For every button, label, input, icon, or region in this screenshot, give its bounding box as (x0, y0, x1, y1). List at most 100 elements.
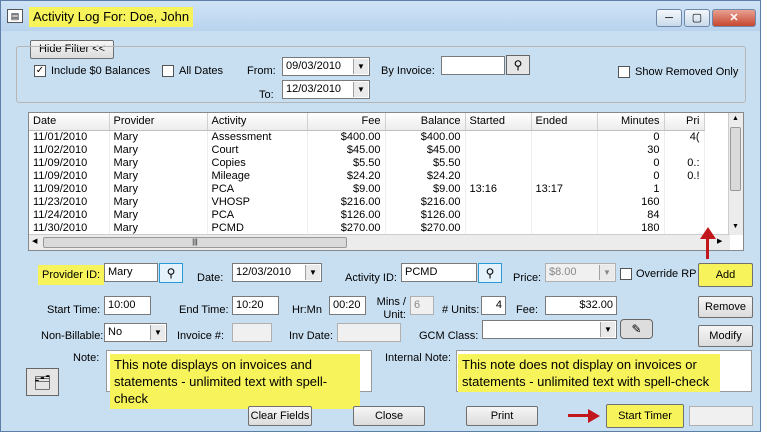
column-header-fee[interactable]: Fee (307, 113, 386, 131)
table-cell: PCMD (207, 221, 308, 235)
all-dates-checkbox[interactable] (162, 65, 174, 77)
provider-id-field[interactable]: Mary (104, 263, 158, 282)
include-zero-checkbox[interactable]: ✓ (34, 65, 46, 77)
scroll-up-icon[interactable]: ▲ (732, 115, 739, 122)
scroll-left-icon[interactable]: ◀ (32, 237, 37, 245)
binoculars-icon[interactable]: ⚲ (506, 55, 530, 75)
chevron-down-icon[interactable]: ▼ (150, 325, 165, 340)
column-header-started[interactable]: Started (465, 113, 532, 131)
print-button[interactable]: Print (466, 406, 538, 426)
override-rp-checkbox[interactable] (620, 268, 632, 280)
app-icon[interactable]: ▤ (7, 9, 23, 23)
table-row[interactable]: 11/30/2010 Mary PCMD $270.00 $270.00 180 (29, 221, 705, 235)
table-cell: 13:16 (465, 182, 532, 196)
table-body: 11/01/2010 Mary Assessment $400.00 $400.00 0 4… (29, 130, 705, 235)
table-cell: Copies (207, 156, 308, 170)
horizontal-scroll-thumb[interactable]: ||| (43, 237, 347, 248)
chevron-down-icon[interactable]: ▼ (600, 322, 615, 337)
column-header-price[interactable]: Pri (664, 113, 705, 131)
vertical-scrollbar[interactable]: ▲ ▼ (728, 113, 743, 235)
table-row[interactable]: 11/23/2010 Mary VHOSP $216.00 $216.00 160 (29, 195, 705, 209)
table-cell (664, 221, 705, 235)
table-cell: 160 (597, 195, 665, 209)
binoculars-icon[interactable]: ⚲ (159, 263, 183, 283)
table-cell: $24.20 (385, 169, 466, 183)
binoculars-icon[interactable]: ⚲ (478, 263, 502, 283)
fee-field[interactable]: $32.00 (545, 296, 617, 315)
activity-id-label: Activity ID: (345, 272, 397, 284)
table-row[interactable]: 11/02/2010 Mary Court $45.00 $45.00 30 (29, 143, 705, 157)
from-date-value: 09/03/2010 (286, 60, 342, 72)
mins-unit-label-top: Mins / (376, 296, 406, 308)
close-button[interactable]: Close (353, 406, 425, 426)
modify-button[interactable]: Modify (698, 325, 753, 347)
vertical-scroll-thumb[interactable] (730, 127, 741, 191)
column-header-balance[interactable]: Balance (385, 113, 466, 131)
table-cell: $5.50 (307, 156, 386, 170)
non-billable-select[interactable]: No ▼ (104, 323, 167, 342)
minimize-icon[interactable]: ─ (656, 9, 682, 27)
chevron-down-icon[interactable]: ▼ (353, 59, 368, 74)
non-billable-label: Non-Billable: (41, 330, 104, 342)
table-cell (531, 130, 598, 144)
scroll-down-icon[interactable]: ▼ (732, 223, 739, 230)
by-invoice-field[interactable] (441, 56, 505, 75)
clear-fields-button[interactable]: Clear Fields (248, 406, 312, 426)
table-row[interactable]: 11/09/2010 Mary Copies $5.50 $5.50 0 0.: (29, 156, 705, 170)
chevron-down-icon: ▼ (599, 265, 614, 280)
column-header-ended[interactable]: Ended (531, 113, 598, 131)
class-lookup-icon[interactable]: ✎ (620, 319, 653, 339)
chevron-down-icon[interactable]: ▼ (353, 82, 368, 97)
column-header-activity[interactable]: Activity (207, 113, 308, 131)
note-textarea[interactable]: This note displays on invoices and state… (106, 350, 372, 409)
maximize-icon[interactable]: ▢ (684, 9, 710, 27)
table-cell: Mary (109, 208, 208, 222)
internal-note-textarea[interactable]: This note does not display on invoices o… (456, 350, 752, 392)
mins-unit-label-bottom: Unit: (383, 309, 406, 321)
scroll-right-icon[interactable]: ▶ (717, 237, 722, 245)
activity-id-field[interactable]: PCMD (401, 263, 477, 282)
horizontal-scrollbar[interactable]: ◀ ||| ▶ (29, 234, 730, 250)
column-header-date[interactable]: Date (29, 113, 110, 131)
chevron-down-icon[interactable]: ▼ (305, 265, 320, 280)
table-cell: 0 (597, 130, 665, 144)
table-row[interactable]: 11/09/2010 Mary Mileage $24.20 $24.20 0 0.! (29, 169, 705, 183)
date-value: 12/03/2010 (236, 266, 292, 278)
table-cell: 30 (597, 143, 665, 157)
date-label: Date: (197, 272, 224, 284)
from-date-field[interactable]: 09/03/2010 ▼ (282, 57, 370, 76)
end-time-field[interactable]: 10:20 (232, 296, 279, 315)
table-cell: Mary (109, 195, 208, 209)
activity-grid[interactable]: Date Provider Activity Fee Balance Start… (28, 112, 744, 251)
table-cell: 11/01/2010 (29, 130, 110, 144)
close-icon[interactable]: ✕ (712, 9, 756, 27)
start-timer-button[interactable]: Start Timer (606, 404, 684, 428)
table-cell: $216.00 (307, 195, 386, 209)
inv-date-label: Inv Date: (289, 330, 334, 342)
show-removed-checkbox[interactable] (618, 66, 630, 78)
gcm-class-label: GCM Class: (419, 330, 479, 342)
table-cell: $400.00 (385, 130, 466, 144)
table-cell (531, 169, 598, 183)
activity-table: Date Provider Activity Fee Balance Start… (29, 113, 705, 235)
table-row[interactable]: 11/01/2010 Mary Assessment $400.00 $400.00 0 4… (29, 130, 705, 144)
column-header-minutes[interactable]: Minutes (597, 113, 665, 131)
start-time-field[interactable]: 10:00 (104, 296, 151, 315)
table-cell: $270.00 (385, 221, 466, 235)
table-cell: 0.! (664, 169, 705, 183)
date-field[interactable]: 12/03/2010 ▼ (232, 263, 322, 282)
table-cell (531, 195, 598, 209)
remove-button[interactable]: Remove (698, 296, 753, 318)
window-title: Activity Log For: Doe, John (29, 7, 194, 27)
to-date-field[interactable]: 12/03/2010 ▼ (282, 80, 370, 99)
column-header-provider[interactable]: Provider (109, 113, 208, 131)
note-text: This note displays on invoices and state… (110, 354, 360, 409)
table-row[interactable]: 11/09/2010 Mary PCA $9.00 $9.00 13:16 13:17 1 (29, 182, 705, 196)
add-button[interactable]: Add (698, 263, 753, 287)
table-row[interactable]: 11/24/2010 Mary PCA $126.00 $126.00 84 (29, 208, 705, 222)
units-field[interactable]: 4 (481, 296, 506, 315)
gcm-class-select[interactable]: ▼ (482, 320, 617, 339)
include-zero-label: Include $0 Balances (51, 65, 151, 77)
card-file-icon[interactable]: 🗂 (26, 368, 59, 396)
hrmn-field[interactable]: 00:20 (329, 296, 366, 315)
